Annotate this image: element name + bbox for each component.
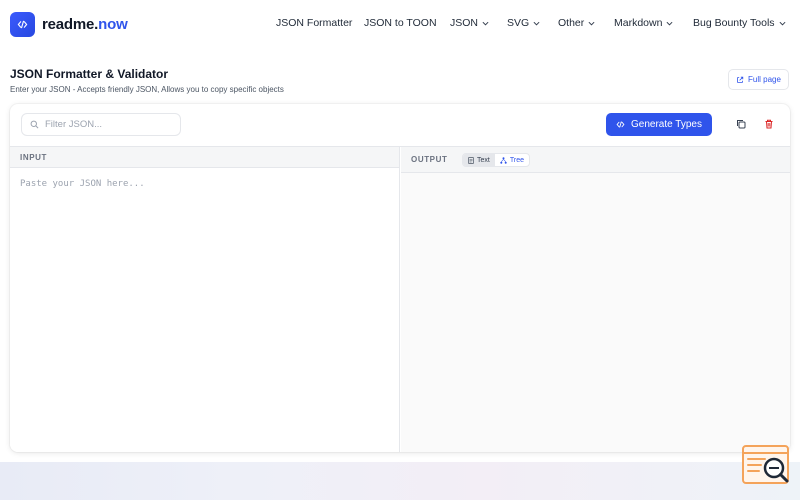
json-input-textarea[interactable]	[10, 169, 399, 452]
file-text-icon	[468, 156, 474, 164]
search-document-icon	[742, 445, 789, 484]
editor-panes: INPUT OUTPUT Text Tree	[10, 146, 790, 452]
code-icon	[616, 121, 625, 128]
output-pane-label: OUTPUT	[411, 155, 448, 164]
nav-json[interactable]: JSON	[450, 17, 489, 29]
feedback-widget[interactable]	[741, 444, 791, 488]
nav-label: SVG	[507, 17, 530, 29]
nav-label: Bug Bounty Tools	[693, 17, 775, 29]
chevron-down-icon	[588, 21, 595, 26]
copy-icon	[737, 120, 746, 129]
main-nav: JSON Formatter JSON to TOON JSON SVG Oth…	[0, 17, 800, 33]
nav-bug-bounty-tools[interactable]: Bug Bounty Tools	[693, 17, 786, 29]
nav-label: Markdown	[614, 17, 663, 29]
nav-label: JSON Formatter	[276, 17, 353, 29]
output-pane: OUTPUT Text Tree	[401, 147, 790, 452]
full-page-button[interactable]: Full page	[728, 69, 789, 90]
page-title: JSON Formatter & Validator	[10, 67, 169, 81]
nav-label: JSON to TOON	[364, 17, 437, 29]
clear-button[interactable]	[759, 114, 779, 134]
footer-background	[0, 462, 800, 500]
input-pane-header: INPUT	[10, 147, 399, 168]
nav-markdown[interactable]: Markdown	[614, 17, 673, 29]
filter-input[interactable]	[45, 119, 165, 130]
chevron-down-icon	[533, 21, 540, 26]
nav-json-formatter[interactable]: JSON Formatter	[276, 17, 352, 29]
tree-icon	[500, 156, 507, 164]
formatter-card: Generate Types INPUT OUTPUT Text	[10, 104, 790, 452]
output-pane-header: OUTPUT Text Tree	[401, 147, 790, 173]
generate-types-button[interactable]: Generate Types	[606, 113, 712, 136]
nav-label: Other	[558, 17, 585, 29]
site-header: readme.now JSON Formatter JSON to TOON J…	[0, 0, 800, 50]
nav-json-to-toon[interactable]: JSON to TOON	[364, 17, 437, 29]
filter-field[interactable]	[21, 113, 181, 136]
input-pane: INPUT	[10, 147, 400, 452]
view-text-button[interactable]: Text	[463, 154, 495, 166]
search-icon	[30, 120, 39, 129]
external-link-icon	[737, 76, 744, 83]
full-page-label: Full page	[748, 75, 781, 84]
trash-icon	[765, 119, 773, 129]
chevron-down-icon	[779, 21, 786, 26]
page-subtitle: Enter your JSON - Accepts friendly JSON,…	[10, 85, 284, 94]
nav-other[interactable]: Other	[558, 17, 595, 29]
view-tree-label: Tree	[509, 156, 524, 164]
view-tree-button[interactable]: Tree	[495, 154, 529, 166]
chevron-down-icon	[482, 21, 489, 26]
chevron-down-icon	[666, 21, 673, 26]
view-text-label: Text	[477, 156, 490, 164]
copy-button[interactable]	[731, 114, 751, 134]
input-pane-label: INPUT	[20, 153, 47, 162]
view-toggle: Text Tree	[462, 153, 530, 167]
generate-types-label: Generate Types	[631, 119, 702, 130]
nav-svg[interactable]: SVG	[507, 17, 540, 29]
nav-label: JSON	[450, 17, 479, 29]
